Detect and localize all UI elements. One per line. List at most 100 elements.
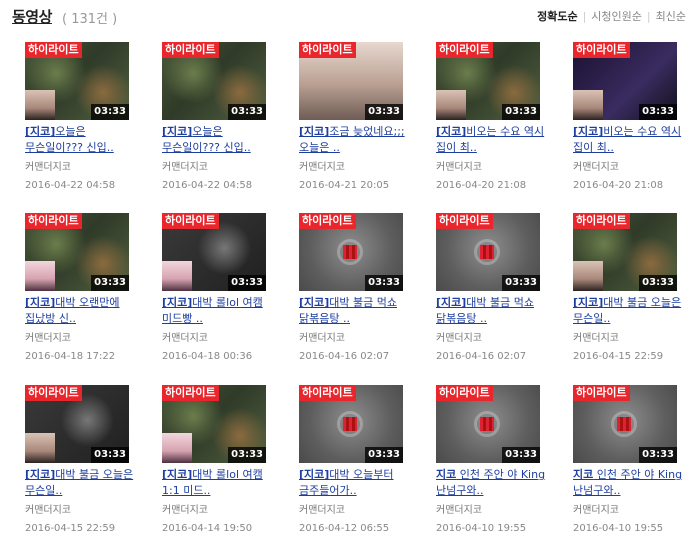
upload-date: 2016-04-10 19:55 [436, 523, 527, 534]
channel-name[interactable]: 커맨더지코 [573, 501, 619, 516]
video-thumbnail[interactable]: 하이라이트 03:33 [25, 42, 129, 120]
video-title-link[interactable]: [지코]대박 불금 먹쇼 닭볶음탕 .. [299, 295, 409, 327]
video-title-link[interactable]: [지코]비오는 수요 역시 집이 최.. [573, 124, 683, 156]
duration-label: 03:33 [639, 104, 677, 120]
duration-label: 03:33 [639, 275, 677, 291]
channel-name[interactable]: 커맨더지코 [299, 329, 345, 344]
sort-divider: | [646, 10, 651, 23]
highlight-badge: 하이라이트 [436, 385, 493, 401]
video-title-link[interactable]: [지코]대박 불금 오늘은 무슨일.. [25, 467, 135, 499]
duration-label: 03:33 [502, 275, 540, 291]
title-tag: [지코] [573, 125, 604, 138]
video-title-link[interactable]: [지코]오늘은 무슨일이??? 신입.. [162, 124, 272, 156]
video-thumbnail[interactable]: 하이라이트 03:33 [299, 213, 403, 291]
video-title-link[interactable]: [지코]대박 불금 먹쇼 닭볶음탕 .. [436, 295, 546, 327]
title-tag: [지코] [25, 468, 56, 481]
duration-label: 03:33 [228, 275, 266, 291]
video-thumbnail[interactable]: 하이라이트 03:33 [299, 385, 403, 463]
highlight-badge: 하이라이트 [436, 42, 493, 58]
video-thumbnail[interactable]: 하이라이트 03:33 [436, 385, 540, 463]
channel-name[interactable]: 커맨더지코 [162, 158, 208, 173]
title-tag: [지코] [299, 468, 330, 481]
title-tag: 지코 [436, 468, 457, 481]
channel-name[interactable]: 커맨더지코 [25, 329, 71, 344]
title-tag: [지코] [436, 125, 467, 138]
webcam-overlay [25, 90, 55, 120]
duration-label: 03:33 [502, 104, 540, 120]
video-title-link[interactable]: [지코]대박 롤lol 여캠 1:1 미드.. [162, 467, 272, 499]
title-tag: [지코] [25, 296, 56, 309]
video-thumbnail[interactable]: 하이라이트 03:33 [573, 42, 677, 120]
pixelated-image [480, 417, 494, 431]
webcam-overlay [25, 261, 55, 291]
sort-options: 정확도순 | 시청인원순 | 최신순 [537, 8, 686, 24]
video-title-link[interactable]: [지코]조금 늦었네요;;; 오늘은 .. [299, 124, 409, 156]
title-tag: [지코] [299, 296, 330, 309]
sort-accuracy[interactable]: 정확도순 [537, 10, 577, 23]
video-title-link[interactable]: [지코]대박 오랜만에 집났방 신.. [25, 295, 135, 327]
highlight-badge: 하이라이트 [162, 213, 219, 229]
upload-date: 2016-04-18 00:36 [162, 351, 253, 362]
upload-date: 2016-04-15 22:59 [25, 523, 116, 534]
channel-name[interactable]: 커맨더지코 [162, 501, 208, 516]
upload-date: 2016-04-12 06:55 [299, 523, 390, 534]
title-tag: [지코] [573, 296, 604, 309]
pixelated-image [343, 417, 357, 431]
video-thumbnail[interactable]: 하이라이트 03:33 [436, 213, 540, 291]
video-title-link[interactable]: 지코 인천 주안 야 King 난넘구와.. [436, 467, 546, 499]
duration-label: 03:33 [639, 447, 677, 463]
video-title-link[interactable]: [지코]대박 불금 오늘은 무슨일.. [573, 295, 683, 327]
upload-date: 2016-04-10 19:55 [573, 523, 664, 534]
video-title-link[interactable]: [지코]오늘은 무슨일이??? 신입.. [25, 124, 135, 156]
highlight-badge: 하이라이트 [25, 385, 82, 401]
video-thumbnail[interactable]: 하이라이트 03:33 [573, 213, 677, 291]
sort-views[interactable]: 시청인원순 [591, 10, 642, 23]
upload-date: 2016-04-18 17:22 [25, 351, 116, 362]
video-thumbnail[interactable]: 하이라이트 03:33 [25, 385, 129, 463]
video-thumbnail[interactable]: 하이라이트 03:33 [25, 213, 129, 291]
channel-name[interactable]: 커맨더지코 [573, 329, 619, 344]
channel-name[interactable]: 커맨더지코 [436, 329, 482, 344]
highlight-badge: 하이라이트 [573, 213, 630, 229]
duration-label: 03:33 [91, 275, 129, 291]
duration-label: 03:33 [91, 104, 129, 120]
title-tag: [지코] [436, 296, 467, 309]
channel-name[interactable]: 커맨더지코 [25, 158, 71, 173]
sort-divider: | [582, 10, 587, 23]
video-title-link[interactable]: [지코]대박 오늘부터 금주들어가.. [299, 467, 409, 499]
channel-name[interactable]: 커맨더지코 [436, 501, 482, 516]
duration-label: 03:33 [502, 447, 540, 463]
channel-name[interactable]: 커맨더지코 [162, 329, 208, 344]
highlight-badge: 하이라이트 [299, 385, 356, 401]
upload-date: 2016-04-16 02:07 [299, 351, 390, 362]
video-title-link[interactable]: [지코]대박 롤lol 여캠 미드빵 .. [162, 295, 272, 327]
video-thumbnail[interactable]: 하이라이트 03:33 [436, 42, 540, 120]
results-header: 동영상 ( 131건 ) 정확도순 | 시청인원순 | 최신순 [0, 0, 700, 30]
sort-latest[interactable]: 최신순 [656, 10, 686, 23]
channel-name[interactable]: 커맨더지코 [299, 158, 345, 173]
channel-name[interactable]: 커맨더지코 [436, 158, 482, 173]
highlight-badge: 하이라이트 [436, 213, 493, 229]
highlight-badge: 하이라이트 [25, 42, 82, 58]
video-title-link[interactable]: 지코 인천 주안 야 King 난넘구와.. [573, 467, 683, 499]
channel-name[interactable]: 커맨더지코 [25, 501, 71, 516]
video-thumbnail[interactable]: 하이라이트 03:33 [162, 385, 266, 463]
upload-date: 2016-04-20 21:08 [436, 180, 527, 191]
video-title-link[interactable]: [지코]비오는 수요 역시 집이 최.. [436, 124, 546, 156]
channel-name[interactable]: 커맨더지코 [573, 158, 619, 173]
upload-date: 2016-04-16 02:07 [436, 351, 527, 362]
webcam-overlay [573, 261, 603, 291]
video-thumbnail[interactable]: 하이라이트 03:33 [573, 385, 677, 463]
video-thumbnail[interactable]: 하이라이트 03:33 [162, 213, 266, 291]
duration-label: 03:33 [365, 104, 403, 120]
webcam-overlay [436, 90, 466, 120]
video-thumbnail[interactable]: 하이라이트 03:33 [299, 42, 403, 120]
channel-name[interactable]: 커맨더지코 [299, 501, 345, 516]
highlight-badge: 하이라이트 [162, 385, 219, 401]
result-count: ( 131건 ) [62, 12, 118, 27]
highlight-badge: 하이라이트 [162, 42, 219, 58]
upload-date: 2016-04-15 22:59 [573, 351, 664, 362]
title-tag: 지코 [573, 468, 594, 481]
video-thumbnail[interactable]: 하이라이트 03:33 [162, 42, 266, 120]
section-title[interactable]: 동영상 [12, 6, 52, 27]
